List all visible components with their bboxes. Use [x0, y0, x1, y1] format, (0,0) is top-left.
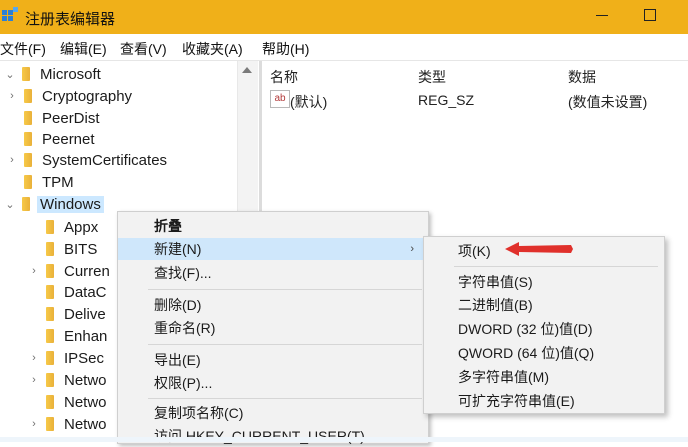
folder-icon	[46, 220, 54, 234]
tree-item[interactable]: › SystemCertificates	[6, 149, 167, 171]
submenu-item-multi-string-value[interactable]: 多字符串值(M)	[424, 366, 664, 388]
string-value-icon: ab	[270, 90, 290, 108]
column-header-name[interactable]: 名称	[270, 67, 298, 87]
tree-item[interactable]: Peernet	[6, 128, 95, 150]
tree-item[interactable]: › Netwo	[28, 413, 106, 435]
menu-item-export[interactable]: 导出(E)	[118, 349, 428, 371]
folder-icon	[24, 153, 32, 167]
menu-item-collapse[interactable]: 折叠	[118, 215, 428, 237]
submenu-item-expandable-string-value[interactable]: 可扩充字符串值(E)	[424, 390, 664, 412]
menu-item-new[interactable]: 新建(N) ›	[118, 238, 428, 260]
status-strip	[0, 437, 688, 442]
collapse-caret-icon[interactable]: ⌄	[4, 68, 16, 81]
tree-item[interactable]: Appx	[28, 216, 98, 238]
tree-item[interactable]: Delive	[28, 303, 106, 325]
folder-icon	[46, 329, 54, 343]
submenu-item-qword-value[interactable]: QWORD (64 位)值(Q)	[424, 342, 664, 364]
menu-item-copy-key-name[interactable]: 复制项名称(C)	[118, 402, 428, 424]
menu-item-find[interactable]: 查找(F)...	[118, 262, 428, 284]
expand-caret-icon[interactable]: ›	[28, 265, 40, 277]
menu-item-delete[interactable]: 删除(D)	[118, 294, 428, 316]
expand-caret-icon[interactable]: ›	[6, 154, 18, 166]
folder-icon	[22, 67, 30, 81]
submenu-item-binary-value[interactable]: 二进制值(B)	[424, 294, 664, 316]
column-header-type[interactable]: 类型	[418, 67, 446, 87]
minimize-button[interactable]	[588, 4, 618, 28]
folder-icon	[24, 175, 32, 189]
tree-item[interactable]: PeerDist	[6, 107, 100, 129]
tree-item[interactable]: BITS	[28, 238, 97, 260]
tree-item[interactable]: › Curren	[28, 260, 110, 282]
tree-item-selected[interactable]: ⌄ Windows	[4, 193, 104, 215]
expand-caret-icon[interactable]: ›	[28, 374, 40, 386]
folder-icon	[46, 395, 54, 409]
menu-separator	[148, 289, 422, 290]
menu-bar: 文件(F) 编辑(E) 查看(V) 收藏夹(A) 帮助(H)	[0, 36, 688, 61]
maximize-button[interactable]	[636, 4, 666, 28]
collapse-caret-icon[interactable]: ⌄	[4, 198, 16, 211]
menu-separator	[148, 344, 422, 345]
menu-item-permissions[interactable]: 权限(P)...	[118, 372, 428, 394]
folder-icon	[46, 242, 54, 256]
value-data: (数值未设置)	[568, 94, 648, 110]
tree-item[interactable]: Enhan	[28, 325, 107, 347]
context-menu: 折叠 新建(N) › 查找(F)... 删除(D) 重命名(R) 导出(E) 权…	[117, 211, 429, 444]
menu-separator	[454, 266, 658, 267]
folder-icon	[46, 307, 54, 321]
registry-editor-icon	[2, 7, 18, 21]
window-title: 注册表编辑器	[25, 11, 116, 28]
annotation-arrow-icon	[505, 242, 573, 256]
tree-item[interactable]: TPM	[6, 171, 74, 193]
title-bar: 注册表编辑器	[0, 0, 688, 34]
new-submenu: 项(K) 字符串值(S) 二进制值(B) DWORD (32 位)值(D) QW…	[423, 236, 665, 414]
submenu-item-string-value[interactable]: 字符串值(S)	[424, 271, 664, 293]
menu-view[interactable]: 查看(V)	[120, 39, 167, 59]
menu-edit[interactable]: 编辑(E)	[60, 39, 107, 59]
submenu-arrow-icon: ›	[410, 243, 414, 255]
menu-item-goto-hkcu[interactable]: 访问 HKEY_CURRENT_USER(T)	[118, 425, 428, 447]
expand-caret-icon[interactable]: ›	[6, 90, 18, 102]
value-type: REG_SZ	[418, 92, 475, 108]
folder-icon	[24, 111, 32, 125]
scroll-up-arrow-icon[interactable]	[242, 67, 252, 73]
tree-item[interactable]: ⌄ Microsoft	[4, 63, 100, 85]
tree-item[interactable]: › Netwo	[28, 369, 106, 391]
folder-icon	[24, 132, 32, 146]
folder-icon	[22, 197, 30, 211]
folder-icon	[46, 373, 54, 387]
folder-icon	[46, 417, 54, 431]
menu-file[interactable]: 文件(F)	[0, 39, 46, 59]
tree-item[interactable]: DataC	[28, 281, 107, 303]
folder-icon	[24, 89, 32, 103]
tree-item[interactable]: Netwo	[28, 391, 107, 413]
submenu-item-dword-value[interactable]: DWORD (32 位)值(D)	[424, 318, 664, 340]
value-name[interactable]: (默认)	[290, 92, 327, 112]
menu-favorites[interactable]: 收藏夹(A)	[182, 39, 243, 59]
column-header-data[interactable]: 数据	[568, 67, 596, 87]
tree-item[interactable]: › IPSec	[28, 347, 104, 369]
folder-icon	[46, 351, 54, 365]
tree-item[interactable]: › Cryptography	[6, 85, 132, 107]
menu-item-new-label: 新建(N)	[154, 241, 202, 257]
menu-item-rename[interactable]: 重命名(R)	[118, 317, 428, 339]
menu-separator	[148, 398, 422, 399]
folder-icon	[46, 264, 54, 278]
menu-help[interactable]: 帮助(H)	[262, 39, 309, 59]
folder-icon	[46, 285, 54, 299]
expand-caret-icon[interactable]: ›	[28, 352, 40, 364]
expand-caret-icon[interactable]: ›	[28, 418, 40, 430]
